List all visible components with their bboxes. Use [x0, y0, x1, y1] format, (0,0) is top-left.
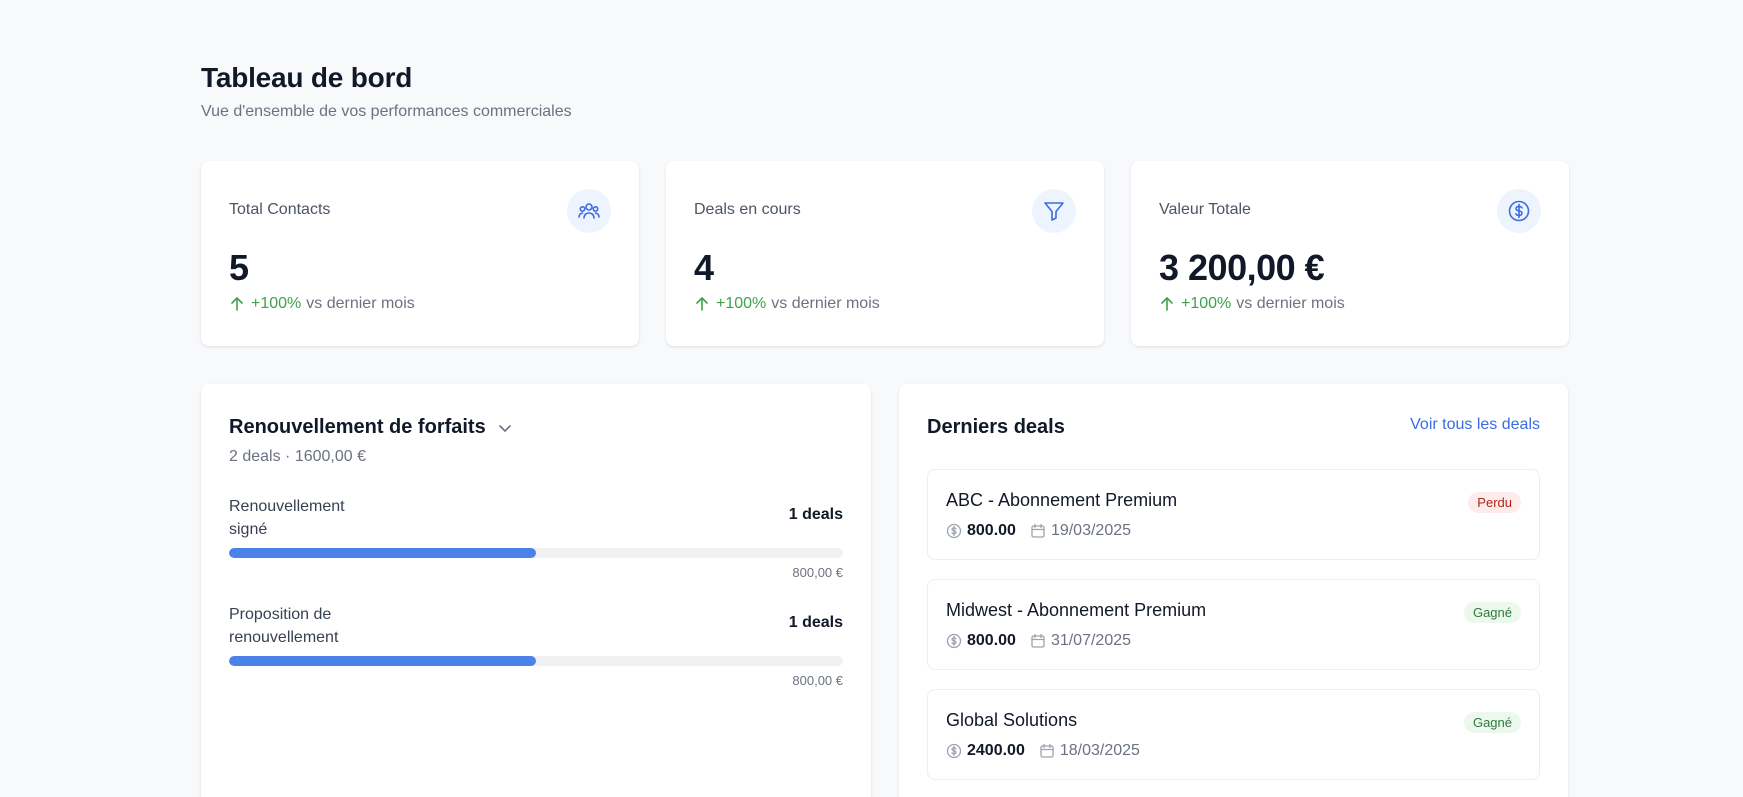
pipeline-title: Renouvellement de forfaits	[229, 416, 486, 438]
stat-value: 4	[694, 247, 714, 288]
recent-deals-panel: Derniers deals Voir tous les deals ABC -…	[899, 384, 1568, 797]
deal-item[interactable]: ABC - Abonnement Premium Perdu 800.00 19…	[927, 469, 1540, 560]
stage-progress-fill	[229, 656, 536, 666]
dollar-circle-icon	[1497, 189, 1541, 233]
deal-item[interactable]: Global Solutions Gagné 2400.00 18/03/202…	[927, 689, 1540, 780]
deal-meta: 800.00 31/07/2025	[946, 632, 1131, 650]
deal-item[interactable]: Midwest - Abonnement Premium Gagné 800.0…	[927, 579, 1540, 670]
stat-card-total-contacts: Total Contacts 5 +100% vs dernier mois	[201, 161, 639, 346]
dollar-icon	[946, 633, 962, 649]
pipeline-panel: Renouvellement de forfaits 2 deals · 160…	[201, 384, 871, 797]
pipeline-summary: 2 deals · 1600,00 €	[229, 448, 366, 465]
trend-text: vs dernier mois	[1236, 295, 1345, 312]
dollar-icon	[946, 523, 962, 539]
trend-percent: +100%	[251, 295, 302, 312]
stage-amount: 800,00 €	[792, 565, 843, 580]
deal-name: Global Solutions	[946, 710, 1078, 730]
stat-card-deals-en-cours: Deals en cours 4 +100% vs dernier mois	[666, 161, 1104, 346]
deal-date: 19/03/2025	[1050, 522, 1132, 539]
deal-name: Midwest - Abonnement Premium	[946, 600, 1207, 620]
stage-count: 1 deals	[788, 506, 843, 523]
stat-trend: +100% vs dernier mois	[1159, 295, 1345, 313]
deal-amount: 2400.00	[967, 742, 1025, 759]
stage-name: Renouvellement signé	[229, 498, 345, 538]
stat-label: Deals en cours	[694, 201, 801, 218]
stage-count: 1 deals	[788, 614, 843, 631]
page-subtitle: Vue d'ensemble de vos performances comme…	[201, 103, 572, 120]
status-badge: Perdu	[1468, 492, 1521, 513]
filter-icon	[1032, 189, 1076, 233]
stat-trend: +100% vs dernier mois	[694, 295, 880, 313]
stat-value: 5	[229, 247, 249, 288]
stage-progress-track	[229, 548, 843, 558]
stage-progress-fill	[229, 548, 536, 558]
stat-value: 3 200,00 €	[1159, 247, 1325, 288]
stat-trend: +100% vs dernier mois	[229, 295, 415, 313]
deal-amount: 800.00	[967, 632, 1016, 649]
deal-date: 18/03/2025	[1059, 742, 1140, 759]
stage-name: Proposition de renouvellement	[229, 606, 339, 646]
users-icon	[567, 189, 611, 233]
trend-percent: +100%	[716, 295, 767, 312]
arrow-up-icon	[231, 297, 243, 311]
dollar-icon	[946, 743, 962, 759]
arrow-up-icon	[1161, 297, 1173, 311]
page-title: Tableau de bord	[201, 62, 413, 93]
calendar-icon	[1040, 743, 1054, 758]
deal-amount: 800.00	[967, 522, 1016, 539]
deal-meta: 800.00 19/03/2025	[946, 522, 1131, 540]
trend-percent: +100%	[1181, 295, 1232, 312]
calendar-icon	[1031, 633, 1045, 648]
deal-meta: 2400.00 18/03/2025	[946, 742, 1140, 760]
trend-text: vs dernier mois	[306, 295, 415, 312]
pipeline-selector[interactable]: Renouvellement de forfaits	[229, 416, 514, 439]
stat-label: Total Contacts	[229, 201, 331, 218]
trend-text: vs dernier mois	[771, 295, 880, 312]
deal-date: 31/07/2025	[1050, 632, 1132, 649]
status-badge: Gagné	[1463, 712, 1521, 733]
view-all-deals-link[interactable]: Voir tous les deals	[1410, 416, 1540, 434]
stage-progress-track	[229, 656, 843, 666]
calendar-icon	[1031, 523, 1045, 538]
stat-card-valeur-totale: Valeur Totale 3 200,00 € +100% vs dernie…	[1131, 161, 1569, 346]
status-badge: Gagné	[1463, 602, 1521, 623]
deals-title: Derniers deals	[927, 416, 1065, 438]
arrow-up-icon	[696, 297, 708, 311]
stage-amount: 800,00 €	[792, 673, 843, 688]
chevron-down-icon	[498, 424, 511, 432]
deal-name: ABC - Abonnement Premium	[946, 490, 1178, 510]
stat-label: Valeur Totale	[1159, 201, 1251, 218]
